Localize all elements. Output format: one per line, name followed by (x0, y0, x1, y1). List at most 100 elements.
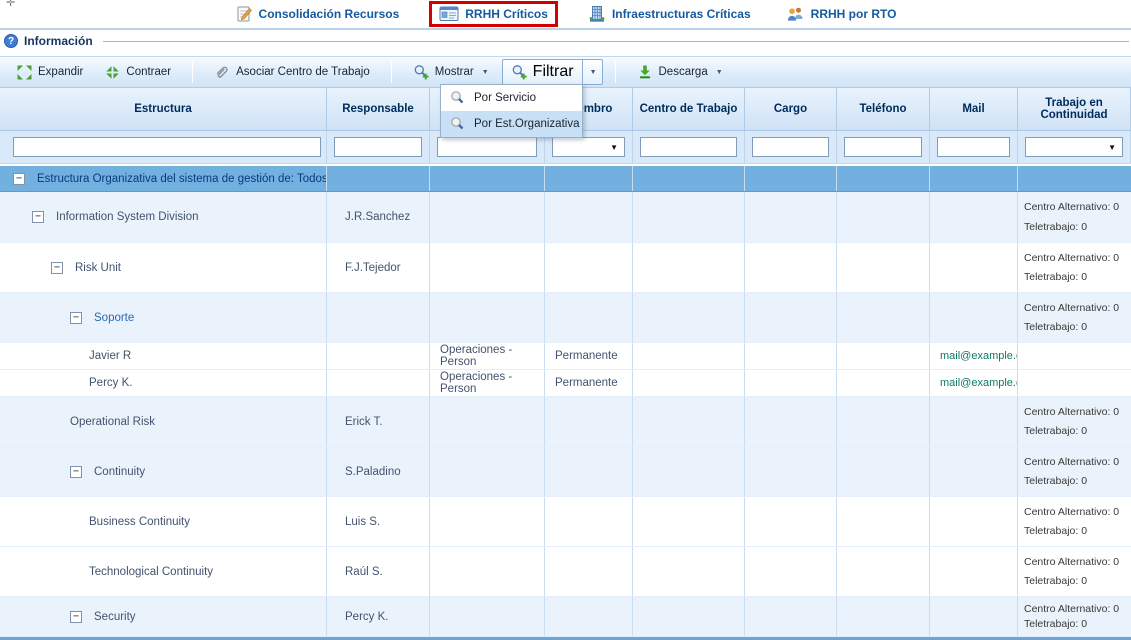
menu-item-label: Por Est.Organizativa (474, 118, 579, 130)
tree-row[interactable]: −ContinuityS.PaladinoCentro Alternativo:… (0, 447, 1131, 497)
cell-estructura: Business Continuity (0, 497, 327, 546)
help-icon[interactable]: ? (4, 34, 18, 48)
cell-trabajo-en-continuidad: Centro Alternativo: 0Teletrabajo: 0 (1018, 293, 1131, 342)
mail-link[interactable]: mail@example.cc (940, 350, 1018, 362)
cell-trabajo-en-continuidad: Centro Alternativo: 0Teletrabajo: 0 (1018, 497, 1131, 546)
show-button[interactable]: Mostrar ▼ (404, 60, 498, 84)
tree-row[interactable]: Percy K.Operaciones - PersonPermanentema… (0, 370, 1131, 397)
cell-miembro (545, 547, 633, 596)
cell-centro-de-trabajo (633, 397, 745, 446)
column-header-trabajo-en-continuidad[interactable]: Trabajo en Continuidad (1018, 88, 1131, 130)
chevron-down-icon: ▼ (482, 69, 489, 76)
tree-collapse-toggle[interactable]: − (70, 611, 82, 623)
download-button[interactable]: Descarga ▼ (628, 60, 732, 84)
continuity-values: Centro Alternativo: 0Teletrabajo: 0 (1018, 293, 1119, 342)
column-header-estructura[interactable]: Estructura (0, 88, 327, 130)
column-header-mail[interactable]: Mail (930, 88, 1018, 130)
cell-cargo (745, 397, 837, 446)
column-header-cargo[interactable]: Cargo (745, 88, 837, 130)
collapse-icon (105, 65, 120, 80)
continuity-line: Teletrabajo: 0 (1024, 321, 1119, 333)
filter-input[interactable] (437, 137, 537, 157)
column-header-centro-de-trabajo[interactable]: Centro de Trabajo (633, 88, 745, 130)
filter-select[interactable]: ▼ (1025, 137, 1123, 157)
cell-mail (930, 547, 1018, 596)
tree-collapse-toggle[interactable]: − (51, 262, 63, 274)
tree-row[interactable]: Business ContinuityLuis S.Centro Alterna… (0, 497, 1131, 547)
cell-cargo (745, 497, 837, 546)
tree-row[interactable]: Technological ContinuityRaúl S.Centro Al… (0, 547, 1131, 597)
filter-input[interactable] (640, 137, 737, 157)
cell-estructura: −Security (0, 597, 327, 636)
cell-responsable: Raúl S. (327, 547, 430, 596)
filter-input[interactable] (937, 137, 1010, 157)
cell-telefono (837, 192, 930, 242)
filter-dropdown-arrow[interactable]: ▼ (583, 59, 603, 85)
cell-trabajo-en-continuidad: Centro Alternativo: 0Teletrabajo: 0 (1018, 397, 1131, 446)
filter-input[interactable] (844, 137, 922, 157)
cell-telefono (837, 293, 930, 342)
data-grid: EstructuraResponsableMiembroCentro de Tr… (0, 88, 1131, 637)
continuity-line: Teletrabajo: 0 (1024, 618, 1119, 630)
associate-work-center-button[interactable]: Asociar Centro de Trabajo (205, 60, 379, 84)
cell-trabajo-en-continuidad (1018, 370, 1131, 396)
continuity-values: Centro Alternativo: 0Teletrabajo: 0 (1018, 447, 1119, 496)
toolbar-separator (615, 61, 616, 83)
cell-miembro (545, 597, 633, 636)
cell-trabajo-en-continuidad: Centro Alternativo: 0Teletrabajo: 0 (1018, 243, 1131, 292)
cell-miembro (545, 497, 633, 546)
cell-telefono (837, 343, 930, 369)
cell-telefono (837, 597, 930, 636)
tree-row[interactable]: Javier ROperaciones - PersonPermanentema… (0, 343, 1131, 370)
cell-servicio (430, 243, 545, 292)
filter-input[interactable] (13, 137, 321, 157)
continuity-line: Teletrabajo: 0 (1024, 575, 1119, 587)
tab-rrhh-criticos[interactable]: RRHH Críticos (429, 1, 558, 27)
collapse-button[interactable]: Contraer (96, 61, 180, 84)
indent-spacer (0, 356, 89, 357)
cell-servicio (430, 192, 545, 242)
tree-collapse-toggle[interactable]: − (70, 312, 82, 324)
filter-select[interactable]: ▼ (552, 137, 625, 157)
tree-row[interactable]: −Information System DivisionJ.R.SanchezC… (0, 192, 1131, 243)
cell-mail (930, 597, 1018, 636)
cell-responsable: Percy K. (327, 597, 430, 636)
expand-label: Expandir (38, 66, 83, 78)
mail-link[interactable]: mail@example.cc (940, 377, 1018, 389)
tree-row[interactable]: −SoporteCentro Alternativo: 0Teletrabajo… (0, 293, 1131, 343)
column-header-responsable[interactable]: Responsable (327, 88, 430, 130)
tab-infraestructuras-criticas[interactable]: Infraestructuras Críticas (584, 3, 755, 25)
cell-estructura: −Risk Unit (0, 243, 327, 292)
menu-item-por-est-organizativa[interactable]: Por Est.Organizativa (441, 111, 582, 137)
tab-consolidacion-recursos[interactable]: Consolidación Recursos (231, 3, 404, 25)
indent-spacer (0, 471, 70, 472)
tab-rrhh-por-rto[interactable]: RRHH por RTO (781, 4, 901, 25)
column-header-tel-fono[interactable]: Teléfono (837, 88, 930, 130)
expand-button[interactable]: Expandir (8, 61, 92, 84)
indent-spacer (0, 521, 89, 522)
continuity-line: Centro Alternativo: 0 (1024, 603, 1119, 615)
filter-button[interactable]: Filtrar (502, 59, 583, 85)
tree-row[interactable]: −Estructura Organizativa del sistema de … (0, 166, 1131, 192)
tree-row[interactable]: −Risk UnitF.J.TejedorCentro Alternativo:… (0, 243, 1131, 293)
continuity-values: Centro Alternativo: 0Teletrabajo: 0 (1018, 497, 1119, 546)
collapse-label: Contraer (126, 66, 171, 78)
cell-mail (930, 192, 1018, 242)
menu-item-por-servicio[interactable]: Por Servicio (441, 85, 582, 111)
indent-spacer (0, 616, 70, 617)
cell-estructura: −Information System Division (0, 192, 327, 242)
cell-trabajo-en-continuidad: Centro Alternativo: 0Teletrabajo: 0 (1018, 192, 1131, 242)
filter-input[interactable] (334, 137, 422, 157)
tree-collapse-toggle[interactable]: − (32, 211, 44, 223)
indent-spacer (0, 267, 51, 268)
magnifier-icon (449, 116, 465, 132)
tree-row[interactable]: Operational RiskErick T.Centro Alternati… (0, 397, 1131, 447)
tree-collapse-toggle[interactable]: − (70, 466, 82, 478)
tab-label: Infraestructuras Críticas (612, 7, 751, 21)
toolbar-separator (391, 61, 392, 83)
tree-collapse-toggle[interactable]: − (13, 173, 25, 185)
cell-centro-de-trabajo (633, 192, 745, 242)
cell-mail: mail@example.cc (930, 370, 1018, 396)
filter-input[interactable] (752, 137, 829, 157)
tree-row[interactable]: −SecurityPercy K. Centro Alternativo: 0 Te… (0, 597, 1131, 637)
